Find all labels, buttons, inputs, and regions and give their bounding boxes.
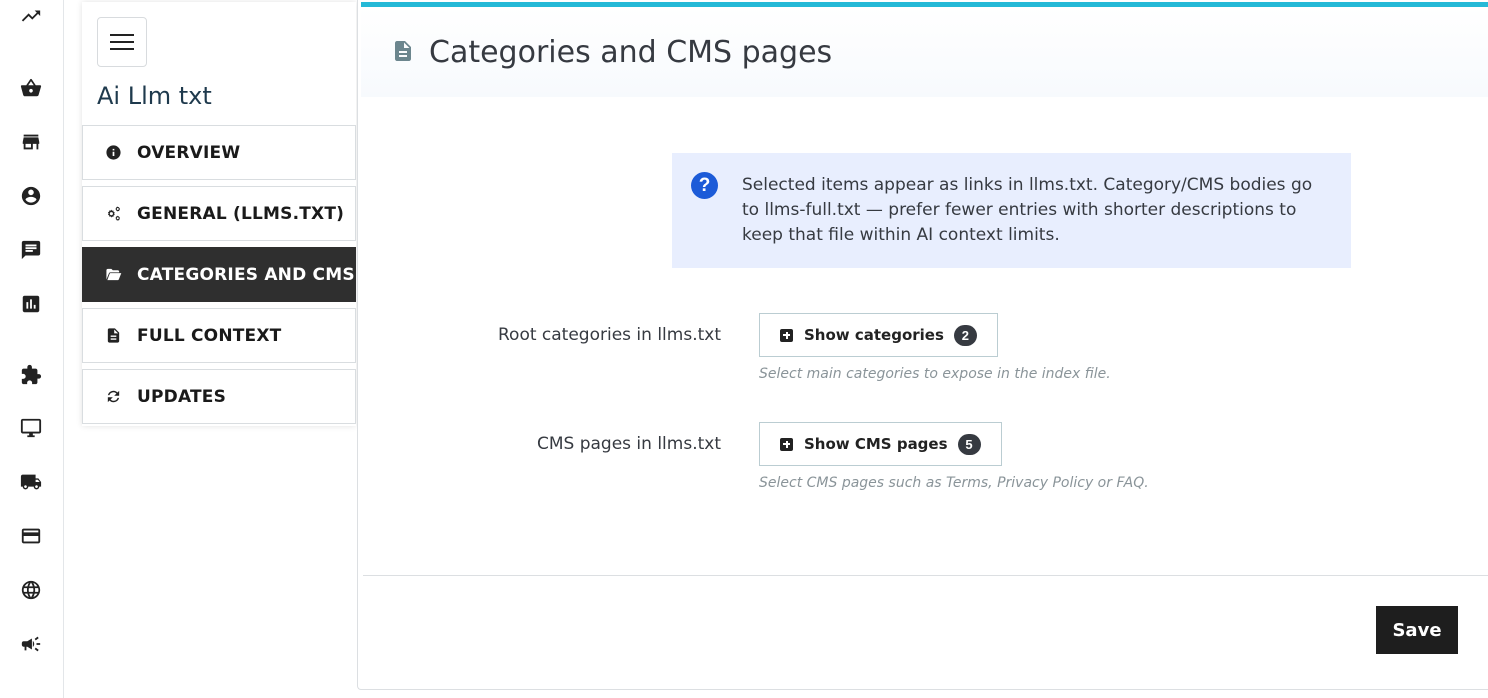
nav-item-updates[interactable]: UPDATES (82, 369, 356, 424)
gears-icon (103, 204, 123, 224)
card-header: Categories and CMS pages (361, 7, 1488, 97)
module-side-panel: Ai Llm txt OVERVIEW GENERAL (LLMS.TXT) C… (82, 2, 356, 426)
button-label: Show CMS pages (804, 435, 948, 453)
button-label: Show categories (804, 326, 944, 344)
hamburger-icon (110, 32, 134, 53)
nav-item-label: OVERVIEW (137, 142, 241, 163)
module-nav: OVERVIEW GENERAL (LLMS.TXT) CATEGORIES A… (82, 125, 356, 430)
save-button[interactable]: Save (1376, 606, 1458, 654)
question-icon: ? (691, 172, 718, 199)
puzzle-icon[interactable] (19, 363, 43, 387)
trending-up-icon[interactable] (19, 4, 43, 28)
count-badge: 5 (957, 433, 981, 455)
info-icon (103, 143, 123, 163)
account-icon[interactable] (19, 184, 43, 208)
main-card: Categories and CMS pages ? Selected item… (357, 0, 1488, 690)
monitor-icon[interactable] (19, 416, 43, 440)
nav-item-label: GENERAL (LLMS.TXT) (137, 203, 345, 224)
count-badge: 2 (953, 324, 977, 346)
plus-square-icon (780, 328, 793, 342)
show-cms-pages-button[interactable]: Show CMS pages 5 (759, 422, 1002, 466)
megaphone-icon[interactable] (19, 632, 43, 656)
plus-square-icon (780, 437, 793, 451)
show-categories-button[interactable]: Show categories 2 (759, 313, 998, 357)
info-alert: ? Selected items appear as links in llms… (672, 153, 1351, 268)
field-label: Root categories in llms.txt (498, 325, 721, 345)
refresh-icon (103, 387, 123, 407)
nav-item-general[interactable]: GENERAL (LLMS.TXT) (82, 186, 356, 241)
file-text-icon (103, 326, 123, 346)
credit-card-icon[interactable] (19, 524, 43, 548)
nav-item-label: FULL CONTEXT (137, 325, 282, 346)
module-title: Ai Llm txt (97, 82, 212, 110)
nav-item-overview[interactable]: OVERVIEW (82, 125, 356, 180)
info-text: Selected items appear as links in llms.t… (742, 175, 1313, 245)
stats-icon[interactable] (19, 292, 43, 316)
nav-item-label: UPDATES (137, 386, 227, 407)
basket-icon[interactable] (19, 76, 43, 100)
admin-icon-rail (0, 0, 64, 698)
store-icon[interactable] (19, 130, 43, 154)
nav-item-categories-and-cms[interactable]: CATEGORIES AND CMS (82, 247, 356, 302)
message-icon[interactable] (19, 238, 43, 262)
help-text: Select CMS pages such as Terms, Privacy … (759, 475, 1149, 491)
card-footer-divider (363, 575, 1488, 576)
page-title: Categories and CMS pages (429, 35, 833, 70)
globe-icon[interactable] (19, 578, 43, 602)
help-text: Select main categories to expose in the … (759, 366, 1111, 382)
field-label: CMS pages in llms.txt (536, 434, 721, 454)
nav-item-full-context[interactable]: FULL CONTEXT (82, 308, 356, 363)
folder-open-icon (103, 265, 123, 285)
nav-item-label: CATEGORIES AND CMS (137, 264, 355, 285)
menu-toggle-button[interactable] (97, 17, 147, 67)
file-text-icon (391, 38, 415, 64)
truck-icon[interactable] (19, 470, 43, 494)
